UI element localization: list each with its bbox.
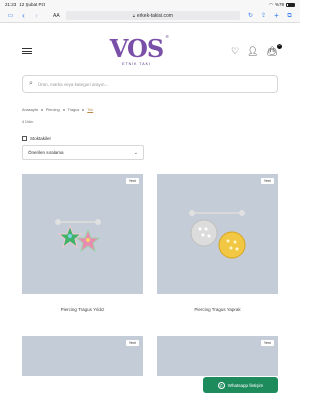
whatsapp-contact-button[interactable]: ✆ Whatsapp İletişim xyxy=(203,377,278,393)
leaf-earring-image xyxy=(188,210,245,259)
tabs-icon[interactable]: ⧉ xyxy=(285,13,294,19)
logo-wordmark: VOS ® xyxy=(109,33,169,63)
favorites-heart-icon[interactable]: ♡ xyxy=(231,46,239,56)
star-earring-image xyxy=(54,219,101,253)
address-bar[interactable]: 🔒︎ erkek-takisi.com xyxy=(65,11,240,20)
product-grid: Yeni Piercing Tragus Yıldız Yeni Piercin… xyxy=(0,174,300,376)
browser-toolbar: ▭ ‹ › AA 🔒︎ erkek-takisi.com ↻ ⇪ + ⧉ xyxy=(0,9,300,23)
share-icon[interactable]: ⇪ xyxy=(259,13,268,19)
breadcrumb: Anasayfa Piercing Tragus Tek xyxy=(0,108,300,112)
cart-count-badge: 0 xyxy=(276,43,282,49)
menu-icon[interactable] xyxy=(22,47,32,55)
new-badge: Yeni xyxy=(125,340,139,346)
chevron-down-icon: ⌄ xyxy=(133,149,138,156)
product-image[interactable]: Yeni xyxy=(157,336,278,376)
status-time: 21:23 xyxy=(5,2,17,7)
sidebar-icon[interactable]: ▭ xyxy=(6,13,15,19)
status-date: 12 Şubat Pzt xyxy=(19,2,46,7)
new-badge: Yeni xyxy=(260,178,274,184)
sort-selected-value: Önerilen sıralama xyxy=(28,150,64,155)
product-card[interactable]: Yeni Piercing Tragus Yaprak xyxy=(157,174,278,324)
cart-bag-icon[interactable]: 👜︎ 0 xyxy=(267,43,282,56)
product-card[interactable]: Yeni xyxy=(157,324,278,376)
battery-icon xyxy=(286,2,295,7)
in-stock-checkbox[interactable] xyxy=(22,136,27,141)
search-box[interactable]: ⌕ xyxy=(22,75,278,93)
product-image[interactable]: Yeni xyxy=(22,174,143,294)
product-image[interactable]: Yeni xyxy=(157,174,278,294)
product-name[interactable]: Piercing Tragus Yıldız xyxy=(22,294,143,324)
whatsapp-label: Whatsapp İletişim xyxy=(227,382,264,388)
product-name[interactable]: Piercing Tragus Yaprak xyxy=(157,294,278,324)
reader-aa-button[interactable]: AA xyxy=(53,13,60,19)
new-badge: Yeni xyxy=(260,340,274,346)
in-stock-filter[interactable]: Stoktakiler xyxy=(0,136,300,141)
search-input[interactable] xyxy=(37,81,271,87)
forward-icon[interactable]: › xyxy=(32,11,41,20)
lock-icon: 🔒︎ xyxy=(132,13,135,18)
product-card[interactable]: Yeni Piercing Tragus Yıldız xyxy=(22,174,143,324)
whatsapp-icon: ✆ xyxy=(217,381,225,389)
breadcrumb-home[interactable]: Anasayfa xyxy=(22,108,38,112)
new-badge: Yeni xyxy=(125,178,139,184)
new-tab-icon[interactable]: + xyxy=(272,11,281,20)
url-text: erkek-takisi.com xyxy=(136,12,173,19)
battery-percent: %79 xyxy=(274,2,284,7)
reload-icon[interactable]: ↻ xyxy=(246,13,255,19)
breadcrumb-current[interactable]: Tek xyxy=(87,108,93,112)
result-count: 4 Ürün xyxy=(22,120,34,124)
breadcrumb-piercing[interactable]: Piercing xyxy=(46,108,60,112)
product-image[interactable]: Yeni xyxy=(22,336,143,376)
site-header: VOS ® ETNİK TAKI ♡ 👤︎ 👜︎ 0 xyxy=(0,31,300,71)
account-user-icon[interactable]: 👤︎ xyxy=(247,46,258,56)
site-logo[interactable]: VOS ® ETNİK TAKI xyxy=(109,33,169,66)
product-card[interactable]: Yeni xyxy=(22,324,143,376)
in-stock-label: Stoktakiler xyxy=(30,136,52,141)
back-icon[interactable]: ‹ xyxy=(19,11,28,20)
wifi-icon: ◠ xyxy=(269,1,273,7)
breadcrumb-tragus[interactable]: Tragus xyxy=(68,108,80,112)
sort-select[interactable]: Önerilen sıralama ⌄ xyxy=(22,145,144,160)
search-icon: ⌕ xyxy=(29,80,33,87)
status-bar: 21:23 12 Şubat Pzt ◠ %79 xyxy=(0,0,300,9)
